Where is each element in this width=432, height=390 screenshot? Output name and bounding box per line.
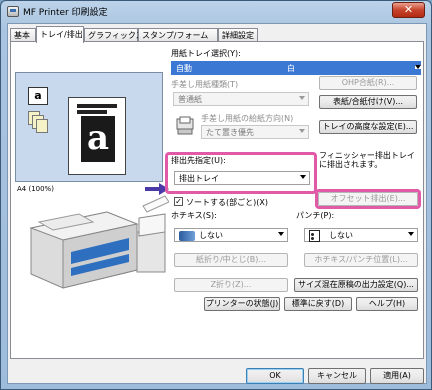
fold-saddle-button[interactable]: 紙折り/中とじ(B)... (174, 253, 288, 267)
z-fold-button[interactable]: Z折り(Z)... (174, 278, 288, 292)
punch-icon (309, 230, 320, 242)
output-dest-note: フィニッシャー排出トレイに排出されます。 (319, 151, 415, 169)
chevron-down-icon (408, 232, 414, 236)
preview-letter: a (81, 116, 115, 162)
punch-label: パンチ(P): (296, 211, 335, 220)
tab-tray-output[interactable]: トレイ/排出 (36, 26, 84, 43)
manual-orientation-label: 手差し用紙の給紙方向(N) (201, 114, 294, 123)
tray-output-panel: a a A4 (100%) 用紙トレイ選択(Y): 自動 白 手差し用紙種類(T… (10, 41, 424, 359)
staple-icon (179, 231, 195, 241)
page-preview: a a (15, 72, 163, 182)
paper-source-select[interactable]: 自動 白 (171, 61, 421, 75)
dialog-body: 基本 トレイ/排出 グラフィックス スタンプ/フォーム 詳細設定 a a A4 … (7, 23, 427, 384)
manual-orientation-select[interactable]: たて置き優先 (201, 125, 309, 139)
paper-source-value: 自動 (176, 64, 192, 73)
tab-graphics[interactable]: グラフィックス (84, 28, 144, 42)
staple-select[interactable]: しない (174, 228, 288, 242)
page-layout-icon: a (28, 87, 48, 105)
paper-source-label: 用紙トレイ選択(Y): (171, 49, 241, 58)
paper-stack-icon (28, 111, 50, 133)
apply-button[interactable]: 適用(A) (370, 368, 424, 384)
ok-button[interactable]: OK (246, 368, 304, 384)
close-button[interactable]: ✕ (392, 2, 425, 18)
offset-output-button[interactable]: オフセット排出(E)... (318, 192, 418, 206)
chevron-down-icon (300, 175, 306, 179)
cancel-button[interactable]: キャンセル (308, 368, 366, 384)
title-bar[interactable]: MF Printer 印刷設定 ✕ (1, 1, 431, 23)
preview-paper: a (68, 97, 126, 175)
output-dest-select[interactable]: 排出トレイ (174, 171, 310, 185)
chevron-down-icon (299, 96, 305, 100)
chevron-down-icon (278, 232, 284, 236)
feed-orientation-icon (176, 116, 194, 135)
output-dest-label: 排出先指定(U): (171, 156, 226, 165)
tab-advanced[interactable]: 詳細設定 (218, 28, 258, 42)
tray-advanced-button[interactable]: トレイの高度な設定(E)... (319, 120, 417, 134)
printer-illustration (29, 195, 169, 289)
help-button[interactable]: ヘルプ(H) (356, 297, 418, 311)
printer-status-button[interactable]: プリンターの状態(J) (204, 297, 280, 311)
tab-stamp-form[interactable]: スタンプ/フォーム (138, 28, 218, 42)
chevron-down-icon (299, 129, 305, 133)
manual-feed-label: 手差し用紙種類(T) (171, 80, 239, 89)
mixed-size-output-button[interactable]: サイズ混在原稿の出力設定(Q)... (294, 278, 418, 292)
cover-insert-button[interactable]: 表紙/合紙付け(V)... (319, 95, 417, 109)
manual-feed-value: 普通紙 (178, 95, 202, 104)
output-dest-value: 排出トレイ (179, 174, 219, 183)
manual-feed-select[interactable]: 普通紙 (173, 92, 309, 106)
printer-app-icon (7, 6, 19, 17)
sort-checkbox[interactable]: ✓ (174, 197, 183, 206)
staple-label: ホチキス(S): (171, 211, 217, 220)
tab-basic[interactable]: 基本 (10, 28, 36, 42)
staple-punch-position-button[interactable]: ホチキス/パンチ位置(L)... (304, 253, 418, 267)
chevron-down-icon (415, 65, 421, 69)
punch-select[interactable]: しない (304, 228, 418, 242)
window-title: MF Printer 印刷設定 (23, 8, 108, 18)
staple-value: しない (199, 231, 223, 240)
restore-default-button[interactable]: 標準に戻す(D) (284, 297, 352, 311)
print-settings-window: MF Printer 印刷設定 ✕ 基本 トレイ/排出 グラフィックス スタンプ… (0, 0, 432, 390)
punch-value: しない (329, 231, 353, 240)
manual-orientation-value: たて置き優先 (206, 128, 254, 137)
sort-label: ソートする(部ごと)(X) (186, 198, 268, 207)
ohp-interleave-button[interactable]: OHP合紙(R)... (319, 76, 417, 90)
paper-source-color: 白 (287, 64, 295, 73)
